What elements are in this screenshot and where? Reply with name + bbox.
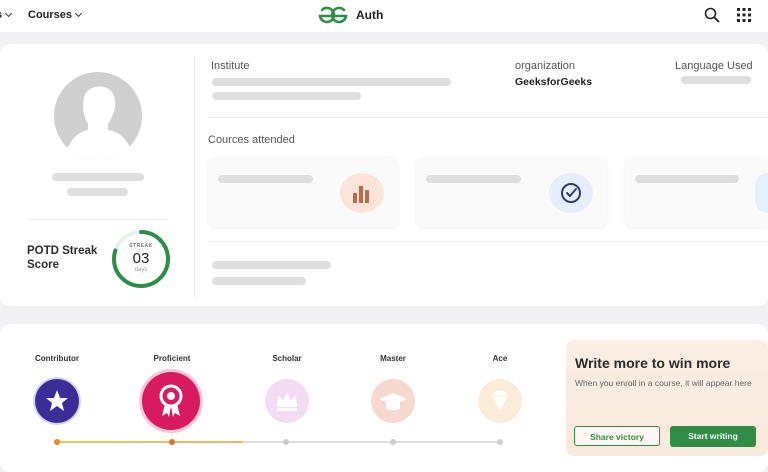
- top-nav-bar: s Courses Auth: [0, 0, 768, 32]
- course-icon-wrap: [340, 173, 384, 213]
- progress-dot: [283, 439, 289, 445]
- progress-dot: [390, 439, 396, 445]
- potd-streak-label: POTD Streak Score: [27, 245, 98, 271]
- progress-dot: [54, 439, 60, 445]
- badge-label-contributor: Contributor: [35, 354, 79, 363]
- check-circle-icon: [561, 183, 581, 203]
- start-writing-button[interactable]: Start writing: [670, 426, 756, 447]
- institute-skeleton-1: [212, 78, 451, 86]
- organization-label: organization: [515, 60, 575, 72]
- badge-master[interactable]: [371, 379, 415, 423]
- graduation-cap-icon: [379, 393, 407, 411]
- badge-proficient[interactable]: [142, 372, 200, 430]
- nav-menu-partial[interactable]: s: [0, 9, 13, 21]
- brand-title: Auth: [356, 8, 384, 22]
- user-silhouette-icon: [64, 86, 134, 160]
- share-victory-button[interactable]: Share victory: [574, 426, 660, 446]
- courses-attended-label: Cources attended: [208, 134, 295, 146]
- badge-label-master: Master: [380, 354, 406, 363]
- avatar: [54, 72, 142, 160]
- language-label: Language Used: [675, 60, 753, 72]
- course-title-skeleton: [635, 175, 739, 183]
- chevron-down-icon: [5, 9, 13, 18]
- profile-column-divider: [194, 56, 195, 298]
- courses-divider: [208, 241, 768, 242]
- language-skeleton: [681, 76, 751, 84]
- diamond-icon: [492, 391, 508, 411]
- course-icon-wrap: [549, 173, 593, 213]
- streak-title: STREAK: [129, 243, 153, 249]
- course-title-skeleton: [218, 175, 313, 183]
- ribbon-award-icon: [159, 384, 183, 417]
- gfg-logo-icon[interactable]: [316, 6, 350, 26]
- course-card[interactable]: [208, 157, 398, 227]
- course-title-skeleton: [426, 175, 521, 183]
- nav-menu-courses[interactable]: Courses: [28, 9, 83, 21]
- streak-widget: STREAK 03 days: [110, 228, 172, 290]
- progress-dot: [169, 439, 175, 445]
- profile-divider: [27, 219, 168, 220]
- progress-dot: [497, 439, 503, 445]
- search-icon[interactable]: [704, 7, 720, 23]
- badge-ace[interactable]: [478, 379, 522, 423]
- course-icon-wrap: [755, 173, 768, 213]
- course-card[interactable]: [625, 157, 768, 227]
- name-skeleton: [52, 173, 144, 181]
- handle-skeleton: [67, 188, 128, 196]
- nav-menu-partial-label: s: [0, 9, 2, 21]
- bar-chart-icon: [353, 186, 369, 203]
- promo-title: Write more to win more: [575, 355, 731, 371]
- streak-unit: days: [134, 267, 148, 273]
- badge-progress-fill: [57, 441, 244, 443]
- streak-value: 03: [132, 250, 150, 267]
- crown-icon: [277, 393, 297, 411]
- star-icon: [46, 390, 68, 411]
- badge-scholar[interactable]: [265, 379, 309, 423]
- organization-value: GeeksforGeeks: [515, 76, 593, 88]
- promo-subtitle: When you enroll in a course, it will app…: [575, 378, 752, 388]
- nav-courses-label: Courses: [28, 9, 73, 21]
- chevron-down-icon: [74, 9, 83, 18]
- badge-label-proficient: Proficient: [153, 354, 191, 363]
- badge-contributor[interactable]: [35, 379, 79, 423]
- apps-grid-icon[interactable]: [736, 7, 752, 23]
- footer-skeleton-2: [212, 277, 306, 285]
- institute-skeleton-2: [212, 92, 361, 100]
- badge-label-scholar: Scholar: [272, 354, 302, 363]
- details-divider: [208, 117, 768, 118]
- badge-label-ace: Ace: [492, 354, 508, 363]
- institute-label: Institute: [211, 60, 250, 72]
- course-card[interactable]: [416, 157, 607, 227]
- footer-skeleton-1: [212, 261, 331, 269]
